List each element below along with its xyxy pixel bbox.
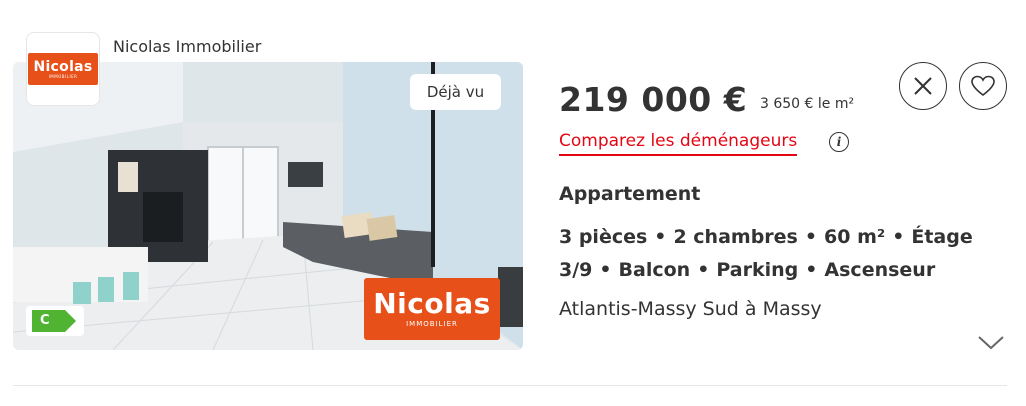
compare-movers-link[interactable]: Comparez les déménageurs bbox=[559, 130, 798, 156]
agency-logo-subtext: IMMOBILIER bbox=[48, 73, 78, 79]
card-divider bbox=[13, 385, 1007, 386]
photo-brand-text: Nicolas bbox=[373, 287, 491, 320]
close-icon bbox=[914, 77, 932, 95]
chevron-down-icon[interactable] bbox=[976, 332, 1006, 352]
price-per-m2: 3 650 € le m² bbox=[760, 96, 855, 112]
feature-separator: • bbox=[599, 259, 612, 281]
feature-separator: • bbox=[804, 226, 818, 248]
info-icon[interactable]: i bbox=[829, 132, 849, 152]
listing-card[interactable]: Nicolas IMMOBILIER Nicolas Immobilier Dé… bbox=[0, 0, 1026, 406]
feature-area: 60 m² bbox=[824, 226, 886, 248]
agency-logo: Nicolas IMMOBILIER bbox=[26, 32, 100, 106]
listing-location: Atlantis-Massy Sud à Massy bbox=[559, 298, 822, 320]
agency-logo-text: Nicolas bbox=[33, 58, 93, 75]
feature-separator: • bbox=[697, 259, 710, 281]
heart-icon bbox=[971, 75, 995, 97]
photo-brand-subtext: IMMOBILIER bbox=[406, 320, 458, 328]
property-features: 3 pièces • 2 chambres • 60 m² • Étage 3/9 • Balc… bbox=[559, 221, 1009, 287]
listing-price: 219 000 € bbox=[559, 80, 748, 119]
energy-class-badge: C bbox=[26, 306, 84, 336]
agency-name: Nicolas Immobilier bbox=[113, 37, 262, 56]
photo-brand-watermark: Nicolas IMMOBILIER bbox=[364, 278, 500, 340]
feature-rooms: 3 pièces bbox=[559, 226, 648, 248]
energy-class-letter: C bbox=[40, 313, 50, 328]
feature-balcony: Balcon bbox=[618, 259, 691, 281]
hide-listing-button[interactable] bbox=[899, 62, 947, 110]
seen-badge: Déjà vu bbox=[410, 74, 501, 110]
feature-bedrooms: 2 chambres bbox=[673, 226, 798, 248]
feature-separator: • bbox=[805, 259, 818, 281]
property-type: Appartement bbox=[559, 183, 701, 205]
energy-arrow-icon bbox=[32, 310, 76, 332]
feature-elevator: Ascenseur bbox=[824, 259, 936, 281]
feature-separator: • bbox=[892, 226, 905, 248]
feature-separator: • bbox=[654, 226, 667, 248]
feature-parking: Parking bbox=[716, 259, 799, 281]
favorite-button[interactable] bbox=[959, 62, 1007, 110]
